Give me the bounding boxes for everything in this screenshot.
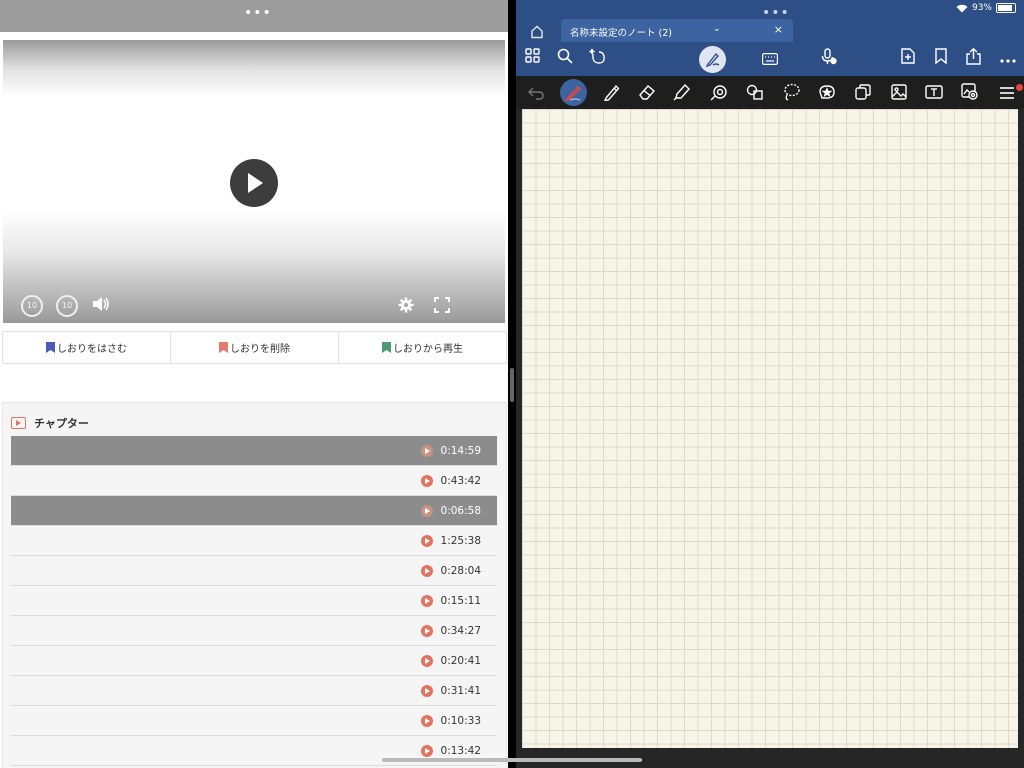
play-circle-icon [420, 594, 433, 607]
chapter-row[interactable]: 0:34:27 [11, 616, 497, 646]
chapter-title: チャプター [34, 417, 89, 430]
play-button[interactable] [230, 159, 278, 207]
keyboard-icon[interactable] [762, 50, 779, 69]
tab-close-button[interactable]: × [774, 23, 783, 36]
chapter-row[interactable]: 0:06:58 [11, 496, 497, 526]
play-from-bookmark-button[interactable]: しおりから再生 [339, 332, 506, 363]
chapter-time: 0:15:11 [440, 594, 481, 607]
left-multitask-bar: ••• [0, 0, 508, 32]
chapter-header: チャプター [11, 415, 89, 431]
settings-gear-icon[interactable] [398, 297, 414, 317]
home-indicator[interactable] [382, 758, 642, 762]
notification-dot [1016, 84, 1023, 91]
chapter-row[interactable]: 0:10:33 [11, 706, 497, 736]
play-circle-icon [420, 474, 433, 487]
bookmark-delete-icon [219, 342, 228, 353]
fountain-pen-tool[interactable] [560, 79, 587, 106]
wifi-icon [956, 4, 968, 12]
microphone-icon[interactable] [821, 48, 837, 69]
chapter-video-icon [11, 417, 26, 429]
menu-icon[interactable] [999, 85, 1015, 104]
elements-icon[interactable] [854, 83, 872, 105]
chapter-panel: チャプター 0:14:59 0:43:42 0:06:58 1:25:38 0:… [2, 402, 507, 768]
more-options-icon[interactable] [1000, 48, 1016, 67]
magic-select-icon[interactable] [589, 48, 607, 69]
chapter-list: 0:14:59 0:43:42 0:06:58 1:25:38 0:28:04 … [11, 436, 497, 766]
pencil-icon[interactable] [603, 83, 621, 105]
grid-view-icon[interactable] [525, 48, 540, 67]
battery-percent: 93% [971, 3, 992, 13]
notes-header: ••• 93% 名称未設定のノート (2) ⌄ × [516, 0, 1024, 76]
add-page-icon[interactable] [901, 48, 915, 68]
play-circle-icon [420, 654, 433, 667]
delete-bookmark-button[interactable]: しおりを削除 [171, 332, 339, 363]
tab-note[interactable]: 名称未設定のノート (2) ⌄ × [561, 19, 793, 42]
chapter-time: 0:31:41 [440, 684, 481, 697]
shapes-icon[interactable] [746, 83, 764, 105]
chapter-time: 1:25:38 [440, 534, 481, 547]
play-circle-icon [420, 444, 433, 457]
play-circle-icon [420, 534, 433, 547]
chapter-time: 0:28:04 [440, 564, 481, 577]
undo-icon[interactable] [528, 85, 544, 104]
chapter-row[interactable]: 0:28:04 [11, 556, 497, 586]
tab-title: 名称未設定のノート (2) [570, 28, 672, 39]
camera-icon[interactable] [961, 83, 979, 105]
chapter-time: 0:20:41 [440, 654, 481, 667]
volume-icon[interactable] [92, 296, 110, 316]
chapter-row[interactable]: 0:43:42 [11, 466, 497, 496]
delete-bookmark-label: しおりを削除 [230, 344, 290, 355]
bookmark-add-icon [46, 342, 55, 353]
play-circle-icon [420, 744, 433, 757]
play-from-bookmark-label: しおりから再生 [393, 344, 463, 355]
bookmark-bar: しおりをはさむ しおりを削除 しおりから再生 [2, 331, 507, 364]
bookmark-play-icon [382, 342, 391, 353]
skip-forward-icon[interactable]: 10 [56, 295, 78, 317]
add-bookmark-button[interactable]: しおりをはさむ [3, 332, 171, 363]
battery-icon [996, 3, 1016, 13]
chapter-time: 0:43:42 [440, 474, 481, 487]
chapter-row[interactable]: 0:14:59 [11, 436, 497, 466]
sticker-icon[interactable] [818, 83, 836, 105]
video-app-pane: ••• 10 10 しおりをはさむ しおりを削除 しおりから再生 チャプター 0… [0, 0, 508, 768]
highlighter-icon[interactable] [673, 83, 691, 105]
play-circle-icon [420, 504, 433, 517]
chapter-time: 0:10:33 [440, 714, 481, 727]
multitask-dots[interactable]: ••• [244, 5, 272, 21]
skip-back-icon[interactable]: 10 [21, 295, 43, 317]
chapter-time: 0:14:59 [440, 444, 481, 457]
chapter-time: 0:34:27 [440, 624, 481, 637]
chapter-row[interactable]: 0:31:41 [11, 676, 497, 706]
play-circle-icon [420, 684, 433, 697]
notes-app-pane: ••• 93% 名称未設定のノート (2) ⌄ × [516, 0, 1024, 768]
chapter-time: 0:13:42 [440, 744, 481, 757]
play-circle-icon [420, 624, 433, 637]
grid-paper-canvas[interactable] [522, 109, 1018, 748]
chevron-down-icon[interactable]: ⌄ [713, 24, 721, 34]
search-icon[interactable] [557, 48, 573, 68]
chapter-row[interactable]: 0:15:11 [11, 586, 497, 616]
chapter-row[interactable]: 1:25:38 [11, 526, 497, 556]
pen-mode-button[interactable] [699, 46, 726, 73]
fullscreen-icon[interactable] [434, 297, 450, 317]
chapter-time: 0:06:58 [440, 504, 481, 517]
share-icon[interactable] [966, 47, 981, 69]
play-circle-icon [420, 714, 433, 727]
play-circle-icon [420, 564, 433, 577]
lasso-icon[interactable] [782, 83, 800, 105]
home-icon[interactable] [530, 24, 544, 43]
eraser-icon[interactable] [638, 83, 656, 105]
add-bookmark-label: しおりをはさむ [57, 344, 127, 355]
status-bar: 93% [956, 3, 1016, 13]
split-view-handle[interactable] [510, 368, 514, 402]
drawing-toolbar [516, 76, 1024, 109]
chapter-row[interactable]: 0:20:41 [11, 646, 497, 676]
image-icon[interactable] [890, 83, 908, 105]
bookmark-icon[interactable] [935, 48, 947, 68]
text-box-icon[interactable] [925, 83, 943, 105]
video-player[interactable]: 10 10 [3, 40, 505, 323]
shape-tool-icon[interactable] [710, 83, 728, 105]
